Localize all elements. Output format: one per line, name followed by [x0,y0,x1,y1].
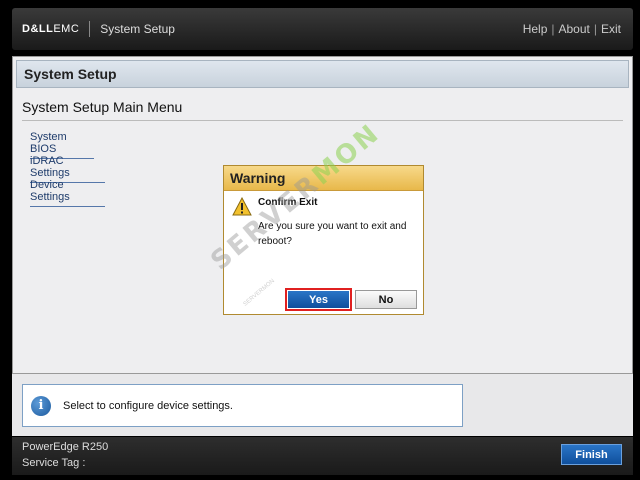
help-link[interactable]: Help [523,22,548,36]
info-box: i Select to configure device settings. [22,384,463,427]
about-link[interactable]: About [559,22,590,36]
header-separator [89,21,91,37]
yes-button-label: Yes [288,291,349,308]
exit-link[interactable]: Exit [601,22,621,36]
menu-divider [22,120,623,121]
finish-button[interactable]: Finish [561,444,622,465]
dialog-title: Warning [224,166,423,191]
warning-icon [232,197,252,216]
top-bar: D&LLEMC System Setup Help | About | Exit [12,8,633,50]
yes-button[interactable]: Yes [285,288,352,311]
section-header: System Setup [16,60,629,88]
server-model: PowerEdge R250 [22,441,109,453]
help-panel: i Select to configure device settings. [12,374,633,436]
dell-emc-logo: D&LLEMC [22,23,80,35]
no-button[interactable]: No [355,290,417,309]
service-tag: Service Tag : [22,457,86,469]
warning-dialog: Warning Confirm Exit Are you sure you wa… [223,165,424,315]
menu-item-device-settings[interactable]: Device Settings [30,179,105,207]
info-icon: i [31,395,51,416]
footer-bar: PowerEdge R250 Service Tag : Finish [12,437,633,475]
app-title: System Setup [100,22,175,36]
dialog-heading: Confirm Exit [258,197,318,208]
dialog-message: Are you sure you want to exit and reboot… [258,221,407,247]
header-links: Help | About | Exit [522,22,621,36]
menu-title: System Setup Main Menu [22,99,183,115]
info-text: Select to configure device settings. [63,399,233,412]
